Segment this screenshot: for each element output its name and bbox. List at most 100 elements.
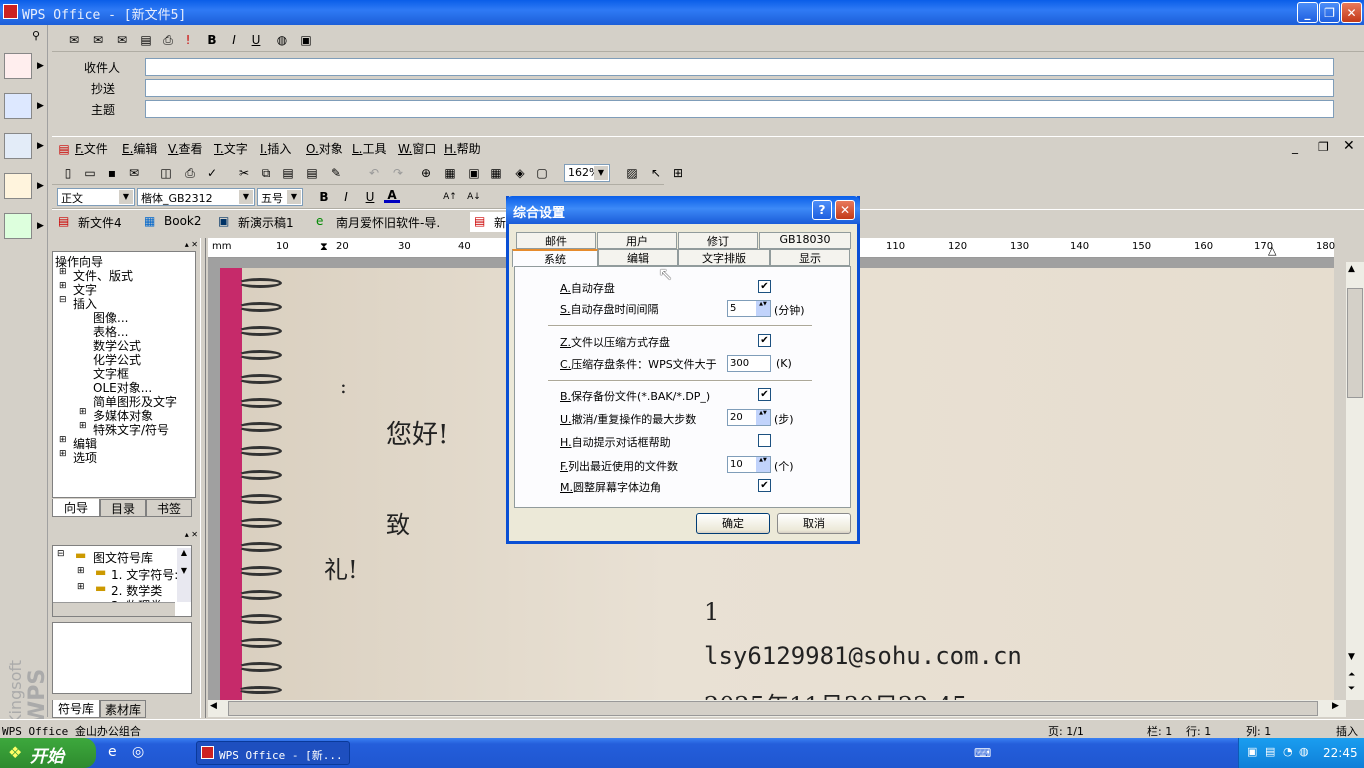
- doc-minimize-icon[interactable]: _: [1292, 140, 1298, 154]
- paste-special-icon[interactable]: ▤: [304, 165, 320, 181]
- priority-icon[interactable]: !: [180, 32, 196, 48]
- tab-materials[interactable]: 素材库: [100, 700, 146, 718]
- tab-gb18030[interactable]: GB18030: [759, 232, 851, 249]
- minimize-button[interactable]: _: [1297, 2, 1318, 23]
- spreadsheet-icon[interactable]: [4, 93, 32, 119]
- image-icon[interactable]: ▣: [466, 165, 482, 181]
- mail-icon[interactable]: ✉: [90, 32, 106, 48]
- print-icon[interactable]: ⎙: [182, 165, 198, 181]
- expand-icon[interactable]: ⊞: [59, 435, 67, 445]
- collapse-icon[interactable]: ⊟: [57, 549, 65, 559]
- cut-icon[interactable]: ✂: [236, 165, 252, 181]
- undo-steps-input[interactable]: 20: [727, 409, 771, 426]
- menu-view[interactable]: V.查看: [168, 140, 203, 157]
- doc-tab[interactable]: e 南月爱怀旧软件-导.: [312, 212, 462, 232]
- vertical-scrollbar[interactable]: ▲ ▼ ⏶ ⏷: [1346, 262, 1364, 700]
- tree-item[interactable]: 特殊文字/符号: [93, 421, 169, 438]
- grow-font-icon[interactable]: A↑: [442, 189, 458, 205]
- doc-tab[interactable]: ▣ 新演示稿1: [214, 212, 306, 232]
- to-field[interactable]: [145, 58, 1334, 76]
- chart-icon[interactable]: ◈: [512, 165, 528, 181]
- arrow-icon[interactable]: ▶: [37, 181, 44, 191]
- dialog-help-checkbox[interactable]: [758, 434, 771, 447]
- cc-field[interactable]: [145, 79, 1334, 97]
- font-select[interactable]: 楷体_GB2312: [137, 188, 255, 206]
- doc-tab[interactable]: ▦ Book2: [140, 212, 212, 232]
- tab-system[interactable]: 系统: [512, 249, 598, 267]
- tab-wizard[interactable]: 向导: [52, 499, 100, 517]
- arrow-icon[interactable]: ▶: [37, 61, 44, 71]
- panel-splitter[interactable]: [200, 238, 206, 718]
- media-icon[interactable]: ◎: [132, 744, 144, 760]
- keyboard-icon[interactable]: ⌨: [974, 746, 991, 760]
- address-book-icon[interactable]: ▤: [138, 32, 154, 48]
- expand-icon[interactable]: ⊞: [59, 449, 67, 459]
- bold-button[interactable]: B: [316, 189, 332, 205]
- menu-object[interactable]: O.对象: [306, 140, 343, 157]
- send-icon[interactable]: ✉: [66, 32, 82, 48]
- style-select[interactable]: 正文: [57, 188, 135, 206]
- expand-icon[interactable]: ⊞: [59, 281, 67, 291]
- mail-icon[interactable]: ✉: [114, 32, 130, 48]
- indent-marker-icon[interactable]: ⧗: [320, 240, 328, 254]
- dialog-close-button[interactable]: ✕: [835, 200, 855, 220]
- font-color-button[interactable]: A: [384, 187, 400, 203]
- expand-icon[interactable]: ⊞: [77, 566, 85, 576]
- presentation-icon[interactable]: [4, 133, 32, 159]
- palette-icon[interactable]: ◍: [274, 32, 290, 48]
- new-icon[interactable]: ▯: [60, 165, 76, 181]
- mail-icon[interactable]: [4, 173, 32, 199]
- tab-revision[interactable]: 修订: [678, 232, 758, 249]
- underline-icon[interactable]: U: [248, 32, 264, 48]
- tab-user[interactable]: 用户: [597, 232, 677, 249]
- wps-writer-icon[interactable]: [4, 53, 32, 79]
- attach-icon[interactable]: ⎙: [160, 32, 176, 48]
- format-painter-icon[interactable]: ✎: [328, 165, 344, 181]
- task-wps[interactable]: WPS Office - [新...: [196, 741, 350, 765]
- page-down-icon[interactable]: ⏷: [1348, 684, 1355, 694]
- tab-bookmarks[interactable]: 书签: [146, 499, 192, 517]
- frame-icon[interactable]: ▢: [534, 165, 550, 181]
- v-scrollbar[interactable]: ▲ ▼: [177, 548, 191, 602]
- size-select[interactable]: 五号: [257, 188, 303, 206]
- security-icon[interactable]: ◍: [1299, 745, 1309, 758]
- arrow-icon[interactable]: ▶: [37, 101, 44, 111]
- expand-icon[interactable]: ⊞: [77, 582, 85, 592]
- scroll-thumb[interactable]: [228, 701, 1318, 716]
- open-icon[interactable]: ▭: [82, 165, 98, 181]
- bold-icon[interactable]: B: [204, 32, 220, 48]
- smooth-fonts-checkbox[interactable]: ✔: [758, 479, 771, 492]
- underline-button[interactable]: U: [362, 189, 378, 205]
- start-button[interactable]: ❖ 开始: [0, 738, 96, 768]
- preview-icon[interactable]: ◫: [158, 165, 174, 181]
- collapse-icon[interactable]: ⊟: [59, 295, 67, 305]
- compress-checkbox[interactable]: ✔: [758, 334, 771, 347]
- panel-controls[interactable]: ▴ ✕: [52, 530, 198, 540]
- tree-item[interactable]: 选项: [73, 449, 97, 466]
- shrink-font-icon[interactable]: A↓: [466, 189, 482, 205]
- hyperlink-icon[interactable]: ⊕: [418, 165, 434, 181]
- image-icon[interactable]: ▣: [298, 32, 314, 48]
- italic-icon[interactable]: I: [226, 32, 242, 48]
- arrow-icon[interactable]: ▶: [37, 141, 44, 151]
- close-button[interactable]: ✕: [1341, 2, 1362, 23]
- autosave-checkbox[interactable]: ✔: [758, 280, 771, 293]
- clock[interactable]: 22:45: [1323, 746, 1358, 760]
- doc-tab[interactable]: ▤ 新文件4: [54, 212, 136, 232]
- expand-icon[interactable]: ⊞: [79, 407, 87, 417]
- network-icon[interactable]: ▣: [1247, 745, 1257, 758]
- doc-tab-active[interactable]: ▤ 新: [470, 212, 510, 232]
- volume-icon[interactable]: ◔: [1283, 745, 1293, 758]
- menu-text[interactable]: T.文字: [214, 140, 248, 157]
- help-button[interactable]: ?: [812, 200, 832, 220]
- panel-controls[interactable]: ▴ ✕: [52, 240, 198, 250]
- zoom-select[interactable]: 162%: [564, 164, 610, 182]
- redo-icon[interactable]: ↷: [390, 165, 406, 181]
- textbox-icon[interactable]: ▦: [442, 165, 458, 181]
- scroll-left-icon[interactable]: ◀: [210, 701, 217, 711]
- doc-restore-icon[interactable]: ❐: [1318, 140, 1329, 154]
- h-scrollbar[interactable]: [53, 602, 175, 616]
- ok-button[interactable]: 确定: [696, 513, 770, 534]
- save-icon[interactable]: ▪: [104, 165, 120, 181]
- paste-icon[interactable]: ▤: [280, 165, 296, 181]
